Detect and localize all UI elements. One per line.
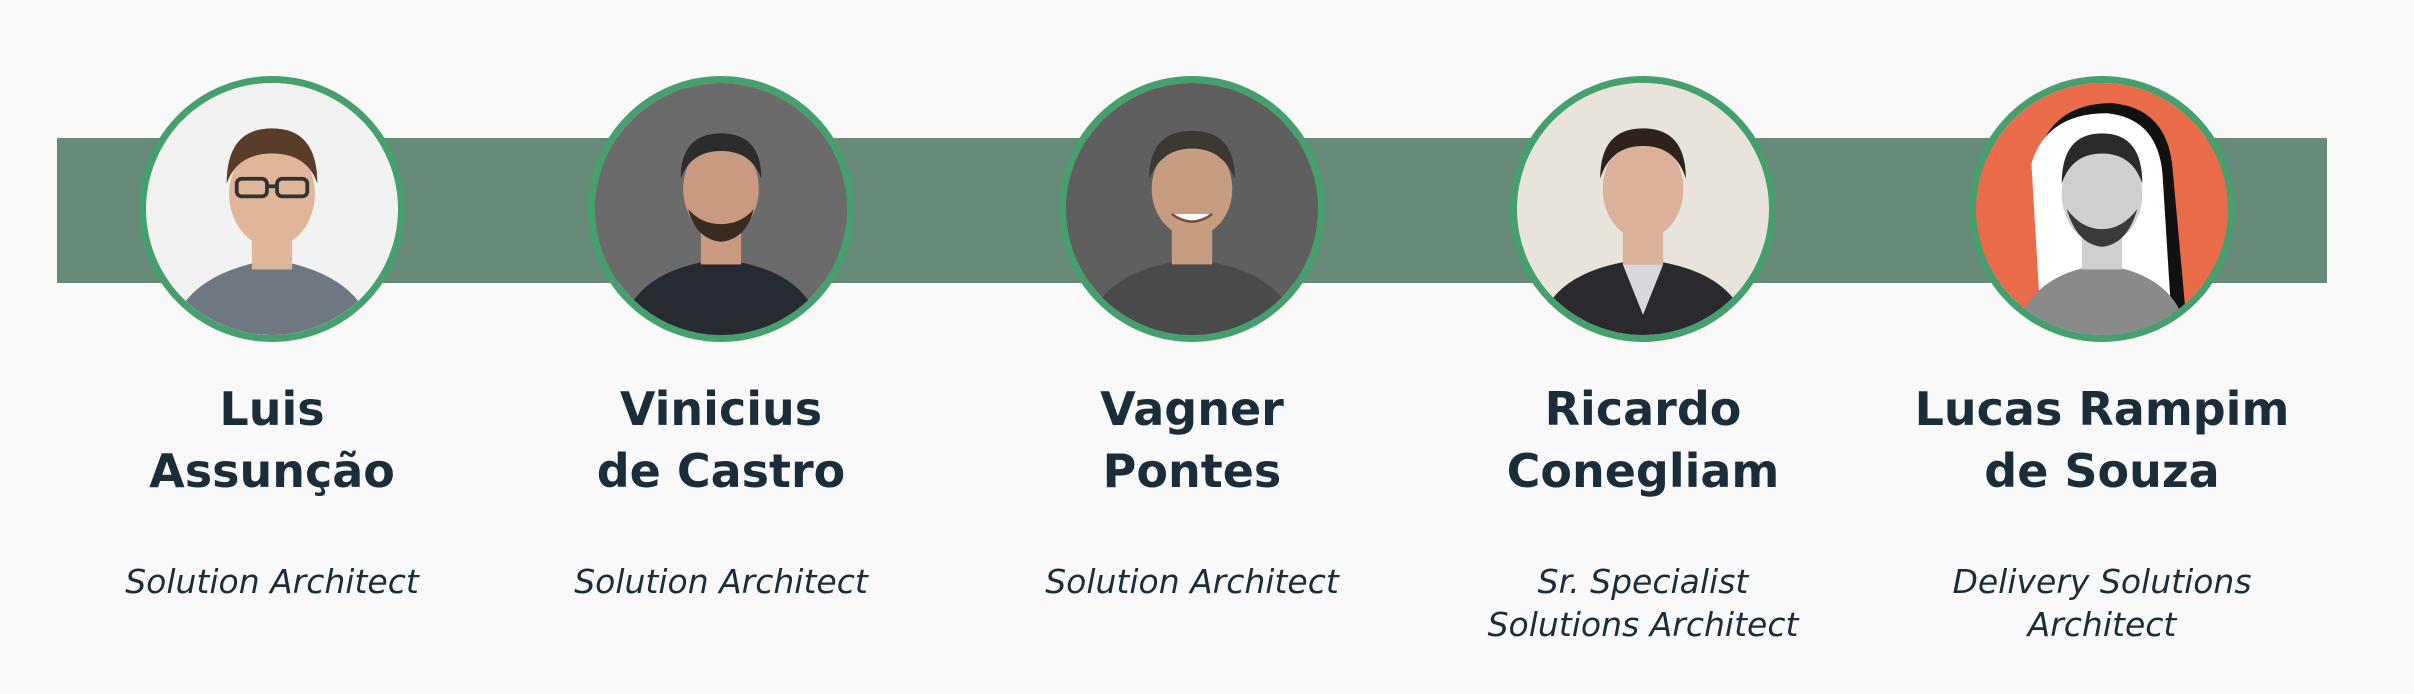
member-name-line-1: Vinicius [619, 382, 823, 436]
avatar [588, 76, 854, 342]
member-role-line-1: Sr. Specialist [1537, 562, 1749, 601]
member-name-line-2: Pontes [1102, 444, 1282, 498]
member-name-line-2: de Castro [596, 444, 846, 498]
avatar [1059, 76, 1325, 342]
member-role-line-1: Delivery Solutions [1952, 562, 2252, 601]
member-role-line-2: Architect [2027, 605, 2177, 644]
team-member-card: Lucas Rampim de Souza Delivery Solutions… [1872, 0, 2332, 694]
team-member-card: Vinicius de Castro Solution Architect [491, 0, 951, 694]
member-name-line-2: de Souza [1984, 444, 2220, 498]
avatar [139, 76, 405, 342]
member-name-line-1: Luis [219, 382, 325, 436]
member-name-line-2: Assunção [149, 444, 395, 498]
member-name: Vinicius de Castro [491, 378, 951, 502]
member-role-line-1: Solution Architect [125, 562, 419, 601]
member-name: Ricardo Conegliam [1413, 378, 1873, 502]
member-role: Sr. Specialist Solutions Architect [1413, 560, 1873, 646]
avatar [1969, 76, 2235, 342]
portrait-photo [146, 83, 398, 335]
team-member-card: Ricardo Conegliam Sr. Specialist Solutio… [1413, 0, 1873, 694]
portrait-photo [1976, 83, 2228, 335]
member-name: Luis Assunção [42, 378, 502, 502]
member-name-line-1: Vagner [1100, 382, 1284, 436]
member-name: Lucas Rampim de Souza [1872, 378, 2332, 502]
member-name-line-1: Ricardo [1544, 382, 1742, 436]
member-role: Solution Architect [491, 560, 951, 603]
member-role: Delivery Solutions Architect [1872, 560, 2332, 646]
avatar [1510, 76, 1776, 342]
team-member-card: Luis Assunção Solution Architect [42, 0, 502, 694]
member-name: Vagner Pontes [962, 378, 1422, 502]
team-member-card: Vagner Pontes Solution Architect [962, 0, 1422, 694]
member-name-line-2: Conegliam [1506, 444, 1780, 498]
member-role: Solution Architect [42, 560, 502, 603]
member-role-line-2: Solutions Architect [1487, 605, 1799, 644]
member-name-line-1: Lucas Rampim [1914, 382, 2290, 436]
portrait-photo [595, 83, 847, 335]
member-role-line-1: Solution Architect [1045, 562, 1339, 601]
portrait-photo [1066, 83, 1318, 335]
member-role: Solution Architect [962, 560, 1422, 603]
member-role-line-1: Solution Architect [574, 562, 868, 601]
portrait-photo [1517, 83, 1769, 335]
